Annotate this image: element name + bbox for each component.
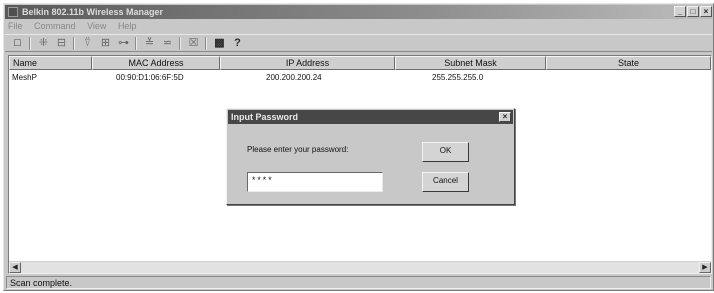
- column-header-name[interactable]: Name: [9, 56, 92, 70]
- toolbar: □ ⁜ ⊟ ⍢ ⊞ ⊶ ≚ ⋍ ☒ ▩ ?: [5, 34, 712, 52]
- column-header-mac[interactable]: MAC Address: [92, 56, 220, 70]
- menu-help[interactable]: Help: [118, 21, 137, 31]
- menu-command[interactable]: Command: [34, 21, 76, 31]
- toolbar-separator: [179, 37, 181, 50]
- connect-icon[interactable]: ⁜: [35, 36, 52, 51]
- menu-bar: File Command View Help: [8, 20, 145, 33]
- window-controls: _ □ ×: [673, 6, 712, 18]
- move-up-icon[interactable]: ≚: [141, 36, 158, 51]
- column-header-subnet[interactable]: Subnet Mask: [395, 56, 546, 70]
- scroll-left-icon[interactable]: ◀: [9, 262, 21, 273]
- toolbar-separator: [73, 37, 75, 50]
- menu-view[interactable]: View: [87, 21, 106, 31]
- ok-button[interactable]: OK: [422, 142, 469, 162]
- main-window: Belkin 802.11b Wireless Manager _ □ × Fi…: [3, 3, 714, 291]
- scan-icon[interactable]: ⍢: [79, 36, 96, 51]
- title-bar[interactable]: Belkin 802.11b Wireless Manager _ □ ×: [5, 5, 712, 19]
- cancel-button[interactable]: Cancel: [422, 172, 469, 192]
- move-down-icon[interactable]: ⋍: [159, 36, 176, 51]
- password-input[interactable]: ****: [247, 172, 383, 192]
- help-icon[interactable]: ?: [229, 36, 246, 51]
- row-name[interactable]: MeshP: [12, 72, 37, 83]
- row-mac: 00:90:D1:06:6F:5D: [116, 73, 184, 82]
- delete-icon[interactable]: ☒: [185, 36, 202, 51]
- window-title: Belkin 802.11b Wireless Manager: [22, 7, 163, 17]
- password-prompt: Please enter your password:: [247, 145, 349, 154]
- dialog-title-text: Input Password: [231, 112, 299, 122]
- row-subnet: 255.255.255.0: [432, 73, 484, 82]
- close-button[interactable]: ×: [700, 6, 712, 17]
- new-icon[interactable]: □: [9, 36, 26, 51]
- minimize-button[interactable]: _: [674, 6, 686, 17]
- toolbar-separator: [29, 37, 31, 50]
- dialog-title[interactable]: Input Password ×: [228, 110, 513, 124]
- column-header-state[interactable]: State: [546, 56, 711, 70]
- horizontal-scrollbar[interactable]: ◀ ▶: [9, 261, 711, 273]
- about-icon[interactable]: ▩: [211, 36, 228, 51]
- toolbar-separator: [205, 37, 207, 50]
- list-header: Name MAC Address IP Address Subnet Mask …: [9, 56, 711, 70]
- dialog-close-icon[interactable]: ×: [499, 112, 511, 122]
- column-header-ip[interactable]: IP Address: [220, 56, 395, 70]
- disconnect-icon[interactable]: ⊟: [53, 36, 70, 51]
- maximize-button[interactable]: □: [687, 6, 699, 17]
- scroll-right-icon[interactable]: ▶: [699, 262, 711, 273]
- add-icon[interactable]: ⊞: [97, 36, 114, 51]
- key-icon[interactable]: ⊶: [115, 36, 132, 51]
- password-dialog: Input Password × Please enter your passw…: [226, 108, 515, 205]
- app-icon: [8, 7, 18, 17]
- toolbar-separator: [135, 37, 137, 50]
- menu-file[interactable]: File: [8, 21, 23, 31]
- row-ip: 200.200.200.24: [266, 73, 322, 82]
- status-bar: Scan complete.: [6, 276, 711, 289]
